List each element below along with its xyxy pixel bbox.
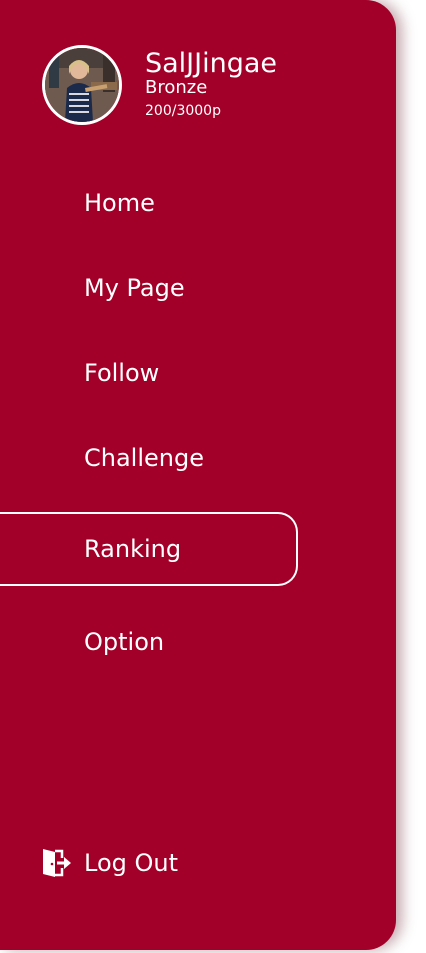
menu-item-label: My Page [84, 274, 185, 302]
logout-label: Log Out [84, 849, 179, 877]
profile-tier: Bronze [145, 77, 208, 98]
profile-points: 200/3000p [145, 103, 221, 119]
menu-item-label: Home [84, 189, 155, 217]
avatar[interactable] [42, 45, 122, 125]
logout-button[interactable]: Log Out [40, 843, 178, 883]
menu-item-challenge[interactable]: Challenge [0, 423, 300, 493]
profile-username: SalJJingae [145, 48, 278, 79]
logout-door-icon [43, 849, 71, 877]
menu-item-label: Ranking [84, 535, 182, 563]
navigation-drawer: SalJJingae Bronze 200/3000p Home My Page… [0, 0, 396, 950]
menu-item-label: Option [84, 628, 165, 656]
menu-item-label: Challenge [84, 444, 204, 472]
menu-item-follow[interactable]: Follow [0, 338, 300, 408]
menu-item-label: Follow [84, 359, 160, 387]
menu-item-home[interactable]: Home [0, 168, 300, 238]
menu-item-ranking[interactable]: Ranking [0, 512, 298, 586]
menu-item-option[interactable]: Option [0, 607, 300, 677]
menu-item-my-page[interactable]: My Page [0, 253, 300, 323]
avatar-photo [45, 48, 119, 122]
